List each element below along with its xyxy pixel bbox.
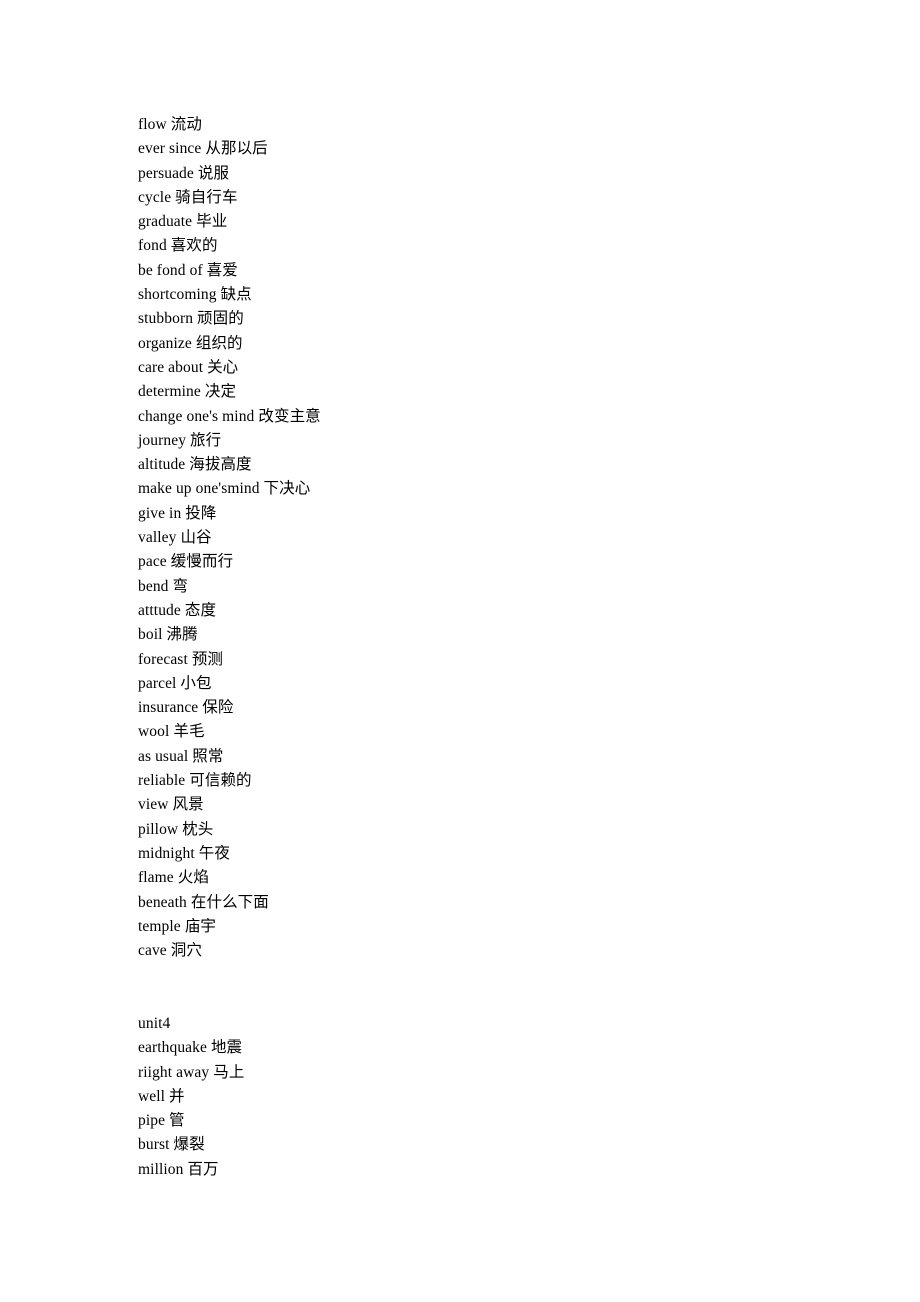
vocab-line: care about 关心: [138, 358, 239, 376]
vocab-line: flame 火焰: [138, 869, 209, 887]
vocab-line: earthquake 地震: [138, 1039, 243, 1057]
vocab-line: wool 羊毛: [138, 723, 205, 741]
vocab-line: shortcoming 缺点: [138, 286, 252, 304]
vocab-line: insurance 保险: [138, 699, 234, 717]
vocab-line: beneath 在什么下面: [138, 893, 269, 911]
vocabulary-content: flow 流动 ever since 从那以后 persuade 说服 cycl…: [138, 113, 838, 1182]
vocab-line: atttude 态度: [138, 601, 217, 619]
vocab-line: million 百万: [138, 1160, 219, 1178]
vocab-line: make up one'smind 下决心: [138, 480, 311, 498]
vocab-line: give in 投降: [138, 504, 217, 522]
vocab-line: as usual 照常: [138, 747, 224, 765]
vocab-line: well 并: [138, 1087, 185, 1105]
vocab-line: bend 弯: [138, 577, 189, 595]
vocab-line: change one's mind 改变主意: [138, 407, 321, 425]
vocab-line: ever since 从那以后: [138, 140, 268, 158]
vocab-line: organize 组织的: [138, 334, 243, 352]
vocabulary-block-1: flow 流动 ever since 从那以后 persuade 说服 cycl…: [138, 113, 838, 963]
vocab-line: pipe 管: [138, 1112, 185, 1130]
vocab-line: pillow 枕头: [138, 820, 214, 838]
vocab-line: valley 山谷: [138, 529, 212, 547]
vocab-line: journey 旅行: [138, 431, 222, 449]
vocab-line: reliable 可信赖的: [138, 772, 252, 790]
vocab-line: riight away 马上: [138, 1063, 245, 1081]
vocab-line: be fond of 喜爱: [138, 261, 238, 279]
vocab-line: cave 洞穴: [138, 942, 202, 960]
vocab-line: stubborn 顽固的: [138, 310, 244, 328]
vocab-line: persuade 说服: [138, 164, 230, 182]
vocab-line: graduate 毕业: [138, 213, 228, 231]
block-separator: [138, 963, 838, 1012]
vocab-line: altitude 海拔高度: [138, 456, 252, 474]
vocab-line: burst 爆裂: [138, 1136, 205, 1154]
vocab-line: fond 喜欢的: [138, 237, 218, 255]
vocab-line: boil 沸腾: [138, 626, 198, 644]
vocab-line: cycle 骑自行车: [138, 188, 238, 206]
vocab-line: flow 流动: [138, 116, 202, 133]
vocab-line: determine 决定: [138, 383, 237, 401]
vocab-line: forecast 预测: [138, 650, 224, 668]
vocab-line: parcel 小包: [138, 674, 212, 692]
vocab-line: temple 庙宇: [138, 917, 216, 935]
document-page: flow 流动 ever since 从那以后 persuade 说服 cycl…: [0, 0, 920, 1302]
unit-heading: unit4: [138, 1014, 171, 1032]
vocab-line: pace 缓慢而行: [138, 553, 234, 571]
vocabulary-block-2: unit4 earthquake 地震 riight away 马上 well …: [138, 1012, 838, 1182]
vocab-line: view 风景: [138, 796, 204, 814]
vocab-line: midnight 午夜: [138, 844, 230, 862]
